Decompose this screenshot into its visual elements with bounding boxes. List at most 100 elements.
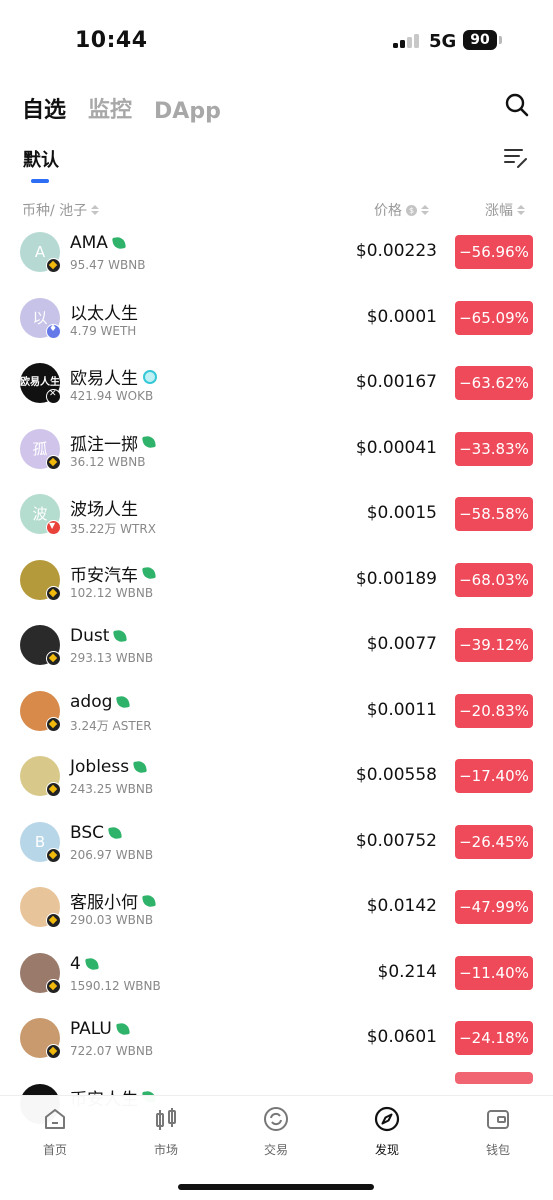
token-price: $0.214 [377,961,437,982]
token-pool: 35.22万 WTRX [70,522,156,536]
nav-market-label: 市场 [153,1143,178,1157]
chain-bnb-icon [46,782,61,797]
token-name-wrapper: 以太人生 [70,299,138,324]
token-name-wrapper: 孤注一掷 [70,430,156,455]
price-change-badge: −56.96% [455,235,533,269]
nav-market[interactable]: 市场 [136,1106,196,1158]
token-price: $0.00752 [355,830,437,851]
nav-wallet-label: 钱包 [485,1143,510,1157]
column-header-price[interactable]: 价格 $ [374,200,429,220]
token-name-wrapper: Jobless [70,757,148,777]
tab-default[interactable]: 默认 [23,146,59,172]
token-price: $0.00041 [355,437,437,458]
wallet-icon [487,1110,509,1129]
price-change-badge: −33.83% [455,431,533,466]
leaf-icon [116,694,131,709]
column-header-change[interactable]: 涨幅 [485,200,525,220]
sort-icon [517,205,525,215]
token-row[interactable]: Jobless 243.25 WBNB $0.00558 −17.40% [0,744,553,810]
token-row[interactable]: 客服小何 290.03 WBNB $0.0142 −47.99% [0,875,553,941]
token-name-wrapper: 波场人生 [70,495,138,520]
active-tab-indicator [31,179,49,183]
token-price: $0.00558 [355,765,437,785]
leaf-icon [108,825,122,840]
token-name: Jobless [70,757,130,777]
token-name: 欧易人生 [70,369,138,389]
token-price: $0.0011 [366,699,437,720]
token-price: $0.0001 [366,306,437,327]
home-icon [45,1109,65,1129]
token-row[interactable]: 欧易人生欧易人生421.94 WOKB$0.00167−63.62% [0,351,553,417]
token-name: 以太人生 [70,303,138,324]
nav-home[interactable]: 首页 [25,1106,85,1158]
token-row[interactable]: 币安汽车 102.12 WBNB $0.00189 −68.03% [0,548,553,614]
price-change-badge: −39.12% [455,628,533,662]
tab-dapp[interactable]: DApp [154,99,221,124]
tab-watchlist[interactable]: 自选 [22,92,66,124]
token-name: AMA [70,233,108,253]
leaf-icon [113,629,128,643]
nav-home-label: 首页 [42,1143,67,1157]
price-change-badge: −63.62% [455,366,533,400]
token-row[interactable]: Dust 293.13 WBNB $0.0077 −39.12% [0,613,553,679]
nav-discover[interactable]: 发现 [357,1106,417,1158]
leaf-icon [84,956,99,971]
token-price: $0.00189 [355,568,437,589]
cellular-signal-icon [393,34,421,48]
token-pool: 243.25 WBNB [70,782,154,796]
token-row[interactable]: B BSC 206.97 WBNB $0.00752 −26.45% [0,810,553,876]
price-change-badge: −11.40% [455,955,533,990]
token-row[interactable]: PALU 722.07 WBNB $0.0601 −24.18% [0,1006,553,1072]
token-row[interactable]: 波波场人生35.22万 WTRX$0.0015−58.58% [0,482,553,548]
nav-trade[interactable]: 交易 [246,1106,306,1158]
battery-icon: 90 [463,30,497,50]
list-edit-icon[interactable] [503,145,529,171]
nav-wallet[interactable]: 钱包 [468,1106,528,1158]
column-header-token[interactable]: 币种/ 池子 [22,200,100,220]
trade-icon [264,1107,288,1131]
token-name-wrapper: Dust [70,626,128,646]
compass-icon [374,1106,400,1132]
token-price: $0.00223 [355,241,437,261]
price-change-badge: −26.45% [455,824,533,859]
token-name: 波场人生 [70,500,138,520]
nav-trade-label: 交易 [263,1143,288,1157]
chain-bnb-icon [46,913,61,928]
token-name: BSC [70,822,105,843]
token-pool: 290.03 WBNB [70,913,154,927]
token-row[interactable]: A AMA 95.47 WBNB $0.00223 −56.96% [0,220,553,286]
token-name: 4 [70,953,81,974]
token-name-wrapper: adog [70,692,131,712]
tab-monitor[interactable]: 监控 [88,92,132,124]
token-row[interactable]: 孤孤注一掷 36.12 WBNB $0.00041 −33.83% [0,417,553,483]
currency-info-icon: $ [406,204,417,216]
price-change-badge: −58.58% [455,497,533,531]
token-name-wrapper: 币安汽车 [70,561,156,586]
chain-bnb-icon [46,454,61,470]
chain-bnb-icon [46,847,61,863]
market-icon [156,1108,176,1130]
leaf-icon [142,435,156,449]
verified-icon [143,369,157,384]
chain-tron-icon [46,520,61,535]
status-time: 10:44 [75,28,148,53]
nav-discover-label: 发现 [374,1143,399,1157]
chain-bnb-icon [46,716,61,732]
token-pool: 722.07 WBNB [70,1044,154,1058]
price-change-badge: −65.09% [455,300,533,335]
chain-bnb-icon [46,651,61,666]
token-name-wrapper: AMA [70,233,126,253]
token-pool: 1590.12 WBNB [70,978,161,993]
price-change-badge: −20.83% [455,693,533,728]
token-row[interactable]: adog 3.24万 ASTER $0.0011 −20.83% [0,679,553,745]
token-row[interactable]: 4 1590.12 WBNB $0.214 −11.40% [0,941,553,1007]
token-row[interactable]: 以以太人生4.79 WETH$0.0001−65.09% [0,286,553,352]
token-name-wrapper: BSC [70,822,122,843]
price-change-badge: −17.40% [455,759,533,793]
column-header-token-label: 币种/ 池子 [22,203,88,219]
token-name-wrapper: 客服小何 [70,888,156,913]
token-pool: 102.12 WBNB [70,585,154,600]
token-pool: 293.13 WBNB [70,651,154,665]
search-icon[interactable] [504,92,530,118]
home-indicator [178,1184,374,1190]
